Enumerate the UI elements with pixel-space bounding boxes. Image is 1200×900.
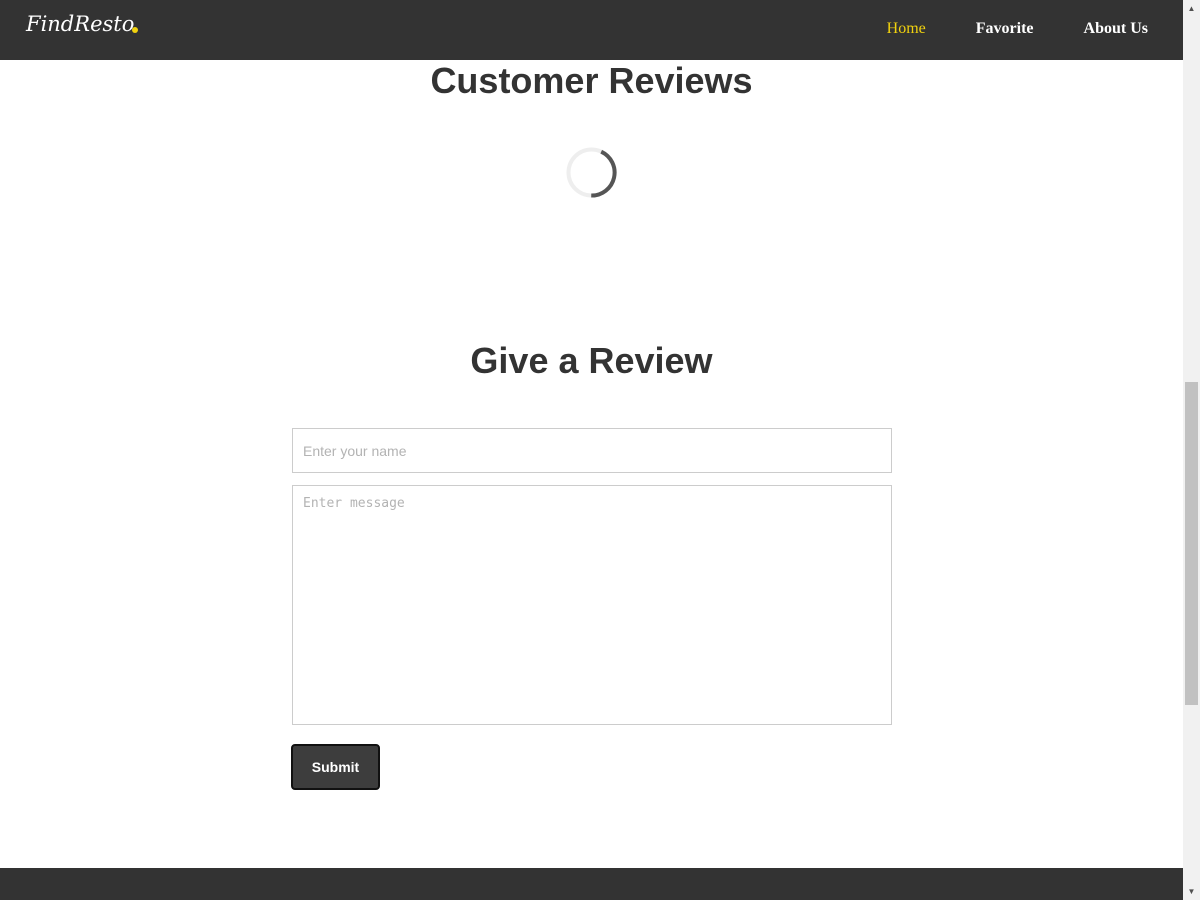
arrow-down-icon[interactable]: ▼ [1183,883,1200,900]
name-input[interactable] [292,428,892,473]
scrollbar-thumb[interactable] [1185,382,1198,705]
review-form: Submit [291,428,892,790]
brand-logo[interactable]: FindResto [26,12,134,36]
message-textarea[interactable] [292,485,892,725]
customer-reviews-title: Customer Reviews [430,60,753,101]
vertical-scrollbar[interactable]: ▲ ▼ [1183,0,1200,900]
top-navbar: FindResto Home Favorite About Us [0,0,1183,60]
page: FindResto Home Favorite About Us Custome… [0,0,1183,900]
footer [0,868,1183,900]
submit-button[interactable]: Submit [291,744,380,790]
give-review-title: Give a Review [470,340,713,381]
dot-icon [132,27,138,33]
nav-link-about-us[interactable]: About Us [1084,20,1148,38]
arrow-up-icon[interactable]: ▲ [1183,0,1200,17]
loading-spinner-icon [566,147,617,198]
nav-link-home[interactable]: Home [887,20,926,38]
nav-link-favorite[interactable]: Favorite [976,20,1034,38]
nav-links: Home Favorite About Us [837,20,1148,38]
